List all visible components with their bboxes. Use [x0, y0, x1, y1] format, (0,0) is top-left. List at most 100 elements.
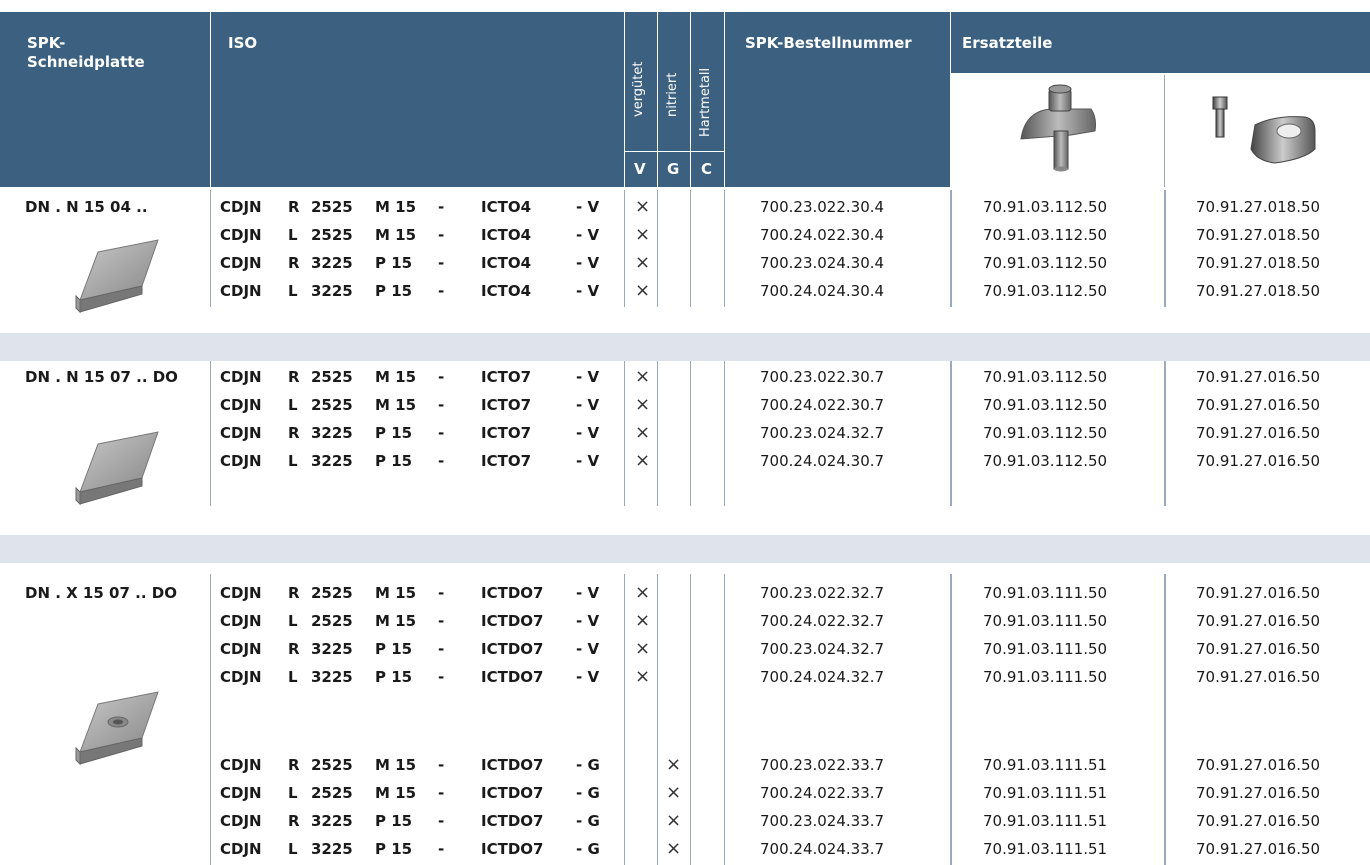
iso-code-part: M 15	[375, 226, 417, 244]
iso-code-part: -	[438, 254, 445, 272]
iso-code-part: R	[288, 812, 300, 830]
iso-code-part: L	[288, 840, 298, 858]
iso-code-part: R	[288, 254, 300, 272]
spare-part-clamp: 70.91.03.112.50	[983, 254, 1108, 272]
order-number: 700.23.024.32.7	[760, 424, 885, 442]
table-row: CDJN L 3225 P 15 - ICTDO7 - G × 700.24.024.33.7 7…	[0, 836, 1370, 864]
iso-code-part: L	[288, 452, 298, 470]
order-number: 700.23.022.30.7	[760, 368, 885, 386]
spare-part-clamp: 70.91.03.111.51	[983, 840, 1108, 858]
iso-code-part: M 15	[375, 584, 417, 602]
tempered-mark: ×	[635, 252, 651, 273]
iso-code-part: 2525	[311, 368, 353, 386]
column-g-letter: G	[667, 160, 680, 178]
iso-code-part: M 15	[375, 198, 417, 216]
iso-code-part: - V	[576, 584, 600, 602]
iso-code-part: ICTO7	[481, 368, 532, 386]
iso-code-part: ICTO4	[481, 226, 532, 244]
iso-code-part: L	[288, 784, 298, 802]
iso-code-part: M 15	[375, 612, 417, 630]
iso-code-part: 3225	[311, 840, 353, 858]
iso-code-part: M 15	[375, 396, 417, 414]
iso-code-part: CDJN	[220, 812, 262, 830]
table-row: CDJN L 2525 M 15 - ICTDO7 - V × 700.24.022.32.7 7…	[0, 608, 1370, 636]
iso-code-part: CDJN	[220, 282, 262, 300]
order-number: 700.24.022.30.7	[760, 396, 885, 414]
iso-code-part: CDJN	[220, 396, 262, 414]
iso-code-part: M 15	[375, 756, 417, 774]
spare-part-screw-shim: 70.91.27.018.50	[1196, 226, 1321, 244]
nitrided-mark: ×	[666, 754, 682, 775]
table-row: CDJN R 3225 P 15 - ICTDO7 - V × 700.23.024.32.7 7…	[0, 636, 1370, 664]
spare-part-clamp: 70.91.03.111.51	[983, 756, 1108, 774]
iso-code-part: P 15	[375, 668, 413, 686]
order-number: 700.24.022.32.7	[760, 612, 885, 630]
iso-code-part: 2525	[311, 198, 353, 216]
iso-code-part: - V	[576, 424, 600, 442]
spare-part-clamp: 70.91.03.112.50	[983, 282, 1108, 300]
iso-code-part: CDJN	[220, 452, 262, 470]
spare-part-clamp: 70.91.03.111.50	[983, 640, 1108, 658]
iso-code-part: -	[438, 612, 445, 630]
iso-code-part: - V	[576, 226, 600, 244]
iso-code-part: R	[288, 640, 300, 658]
table-header: SPK- Schneidplatte ISO vergütet nitriert…	[0, 12, 1370, 187]
spare-part-clamp: 70.91.03.111.51	[983, 784, 1108, 802]
iso-code-part: CDJN	[220, 640, 262, 658]
tempered-mark: ×	[635, 610, 651, 631]
table-row: CDJN R 2525 M 15 - ICTO7 - V × 700.23.022.30.7 70…	[0, 364, 1370, 392]
iso-code-part: 3225	[311, 254, 353, 272]
iso-code-part: ICTO7	[481, 396, 532, 414]
nitrided-column-label: nitriert	[665, 72, 680, 117]
spare-part-screw-shim: 70.91.27.016.50	[1196, 396, 1321, 414]
table-row: CDJN R 2525 M 15 - ICTDO7 - V × 700.23.022.32.7 7…	[0, 580, 1370, 608]
iso-code-part: ICTO4	[481, 282, 532, 300]
spare-part-clamp: 70.91.03.112.50	[983, 226, 1108, 244]
order-number: 700.24.024.32.7	[760, 668, 885, 686]
order-number: 700.24.022.30.4	[760, 226, 885, 244]
iso-code-part: -	[438, 396, 445, 414]
iso-code-part: 3225	[311, 424, 353, 442]
spare-part-screw-shim: 70.91.27.016.50	[1196, 424, 1321, 442]
screw-and-shim-icon	[1212, 96, 1316, 164]
spare-part-clamp: 70.91.03.111.50	[983, 668, 1108, 686]
order-number: 700.23.024.32.7	[760, 640, 885, 658]
table-row: CDJN L 3225 P 15 - ICTO7 - V × 700.24.024.30.7 70…	[0, 448, 1370, 476]
tempered-mark: ×	[635, 666, 651, 687]
iso-code-part: 3225	[311, 282, 353, 300]
iso-code-part: 3225	[311, 668, 353, 686]
clamp-screw-icon	[1020, 84, 1096, 172]
tempered-mark: ×	[635, 422, 651, 443]
table-row: CDJN L 2525 M 15 - ICTDO7 - G × 700.24.022.33.7 7…	[0, 780, 1370, 808]
iso-code-part: P 15	[375, 840, 413, 858]
iso-code-part: P 15	[375, 254, 413, 272]
iso-code-part: -	[438, 226, 445, 244]
order-number: 700.23.022.30.4	[760, 198, 885, 216]
iso-code-part: 2525	[311, 226, 353, 244]
iso-code-part: R	[288, 584, 300, 602]
iso-code-part: - V	[576, 396, 600, 414]
iso-code-part: 2525	[311, 612, 353, 630]
nitrided-mark: ×	[666, 810, 682, 831]
iso-code-part: CDJN	[220, 198, 262, 216]
iso-code-part: - V	[576, 254, 600, 272]
iso-code-part: L	[288, 668, 298, 686]
iso-code-part: CDJN	[220, 668, 262, 686]
spare-part-screw-shim: 70.91.27.016.50	[1196, 452, 1321, 470]
spare-part-clamp: 70.91.03.111.50	[983, 612, 1108, 630]
iso-code-part: ICTDO7	[481, 640, 544, 658]
separator-band	[0, 535, 1370, 563]
order-number: 700.24.022.33.7	[760, 784, 885, 802]
column-c-letter: C	[701, 160, 713, 178]
spare-parts-header: Ersatzteile	[962, 34, 1053, 52]
tempered-mark: ×	[635, 366, 651, 387]
tempered-mark: ×	[635, 196, 651, 217]
iso-code-part: - V	[576, 452, 600, 470]
iso-code-part: CDJN	[220, 226, 262, 244]
rhombic-insert-icon	[75, 239, 159, 314]
iso-code-part: -	[438, 812, 445, 830]
iso-code-part: R	[288, 424, 300, 442]
spare-part-screw-shim: 70.91.27.016.50	[1196, 812, 1321, 830]
iso-code-part: P 15	[375, 812, 413, 830]
iso-code-part: ICTO4	[481, 254, 532, 272]
